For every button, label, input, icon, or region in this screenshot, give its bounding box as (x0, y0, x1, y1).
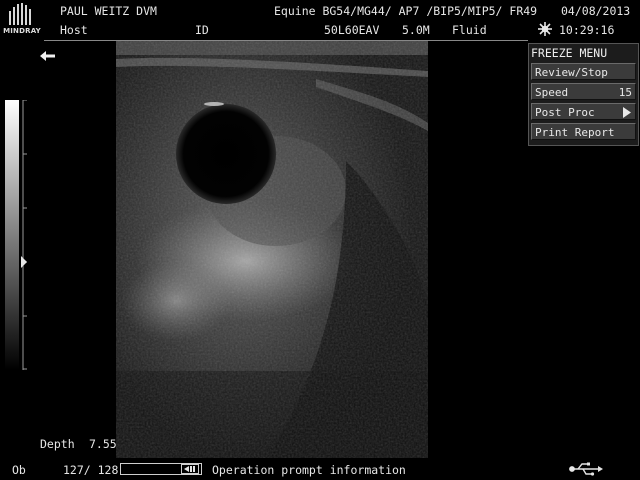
frame-counter: 127/ 128 (63, 463, 119, 477)
menu-item-label: Speed (535, 86, 569, 99)
ultrasound-scan (116, 41, 428, 458)
logo-text: MINDRAY (3, 27, 41, 35)
host-label: Host (60, 23, 88, 37)
menu-item-post-proc[interactable]: Post Proc (531, 103, 636, 120)
menu-item-print-report[interactable]: Print Report (531, 123, 636, 140)
operation-prompt: Operation prompt information (212, 463, 406, 477)
menu-item-speed[interactable]: Speed 15 (531, 83, 636, 100)
speed-value: 15 (618, 86, 632, 99)
depth-label: Depth (40, 437, 75, 451)
date: 04/08/2013 (561, 4, 631, 18)
depth-value: 7.55 (89, 437, 117, 451)
usb-icon (569, 462, 603, 476)
mindray-logo-icon (9, 3, 31, 25)
triangle-right-icon (623, 107, 631, 118)
freeze-menu-title: FREEZE MENU (531, 46, 608, 60)
ultrasound-image[interactable] (116, 41, 428, 458)
cine-icon[interactable] (181, 464, 199, 474)
depth-ruler (22, 100, 27, 370)
menu-item-label: Review/Stop (535, 66, 608, 79)
snowflake-icon (538, 22, 552, 36)
menu-item-review-stop[interactable]: Review/Stop (531, 63, 636, 80)
grayscale-bar (5, 100, 19, 370)
probe-model: 50L60EAV (324, 23, 380, 37)
operator-name: PAUL WEITZ DVM (60, 4, 157, 18)
freeze-menu: FREEZE MENU Review/Stop Speed 15 Post Pr… (528, 43, 639, 146)
menu-item-label: Post Proc (535, 106, 595, 119)
clock-time: 10:29:16 (559, 23, 615, 37)
patient-id-label: ID (195, 23, 209, 37)
frequency: 5.0M (402, 23, 430, 37)
exam-type: Fluid (452, 23, 487, 37)
arrow-left-icon[interactable] (40, 50, 56, 62)
mode-indicator: Ob (12, 463, 26, 477)
mindray-logo: MINDRAY (2, 2, 41, 38)
menu-item-label: Print Report (535, 126, 615, 139)
preset-info: Equine BG54/MG44/ AP7 /BIP5/MIP5/ FR49 (274, 4, 538, 18)
focus-marker-icon[interactable] (20, 255, 28, 269)
